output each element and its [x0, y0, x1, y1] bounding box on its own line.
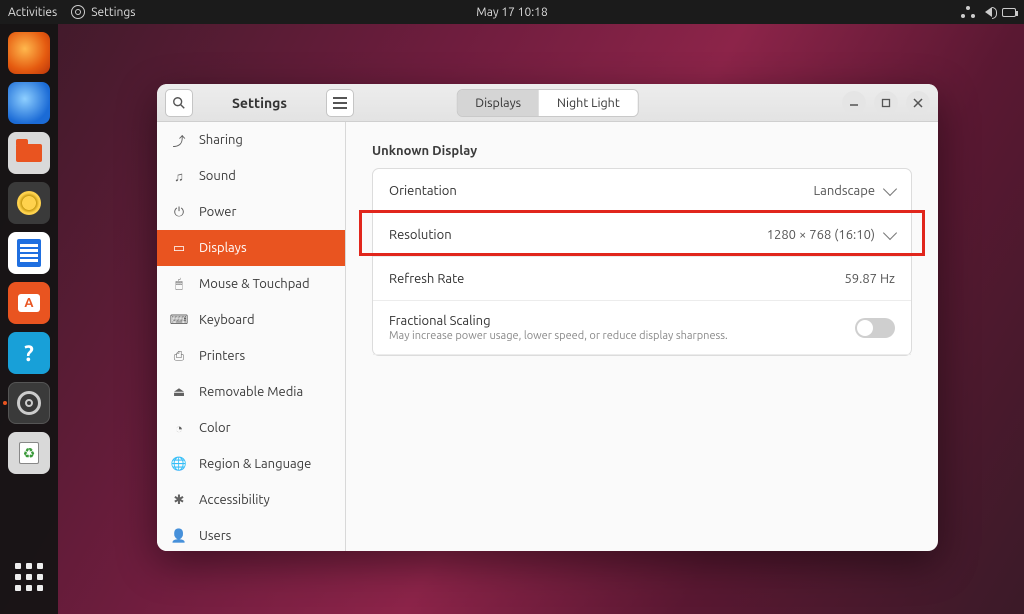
- orientation-label: Orientation: [389, 184, 457, 198]
- settings-sidebar: ⤴ Sharing ♫ Sound ⏻ Power ▭ Displays 🖱 Mouse …: [157, 122, 346, 551]
- resolution-label: Resolution: [389, 228, 452, 242]
- running-indicator-icon: [3, 401, 7, 405]
- tab-displays[interactable]: Displays: [457, 90, 539, 116]
- sidebar-item-users[interactable]: 👤 Users: [157, 518, 345, 551]
- topbar-app-label: Settings: [91, 6, 135, 19]
- dock-app-writer[interactable]: [8, 232, 50, 274]
- display-settings-card: Orientation Landscape Resolution 1280 × …: [372, 168, 912, 356]
- keyboard-icon: ⌨: [171, 312, 187, 328]
- sidebar-item-keyboard[interactable]: ⌨ Keyboard: [157, 302, 345, 338]
- search-icon: [172, 96, 186, 110]
- maximize-icon: [881, 98, 891, 108]
- color-icon: ◔: [171, 420, 187, 436]
- sidebar-item-power[interactable]: ⏻ Power: [157, 194, 345, 230]
- mouse-icon: 🖱: [171, 276, 187, 292]
- dock-app-help[interactable]: [8, 332, 50, 374]
- sidebar-item-label: Sound: [199, 169, 236, 183]
- hamburger-menu-button[interactable]: [326, 89, 354, 117]
- orientation-value: Landscape: [814, 184, 875, 198]
- sidebar-item-mouse[interactable]: 🖱 Mouse & Touchpad: [157, 266, 345, 302]
- users-icon: 👤: [171, 528, 187, 544]
- printer-icon: ⎙: [171, 348, 187, 364]
- sidebar-item-label: Color: [199, 421, 231, 435]
- tab-night-light[interactable]: Night Light: [539, 90, 638, 116]
- dock-app-thunderbird[interactable]: [8, 82, 50, 124]
- accessibility-icon: ✱: [171, 492, 187, 508]
- titlebar: Settings Displays Night Light: [157, 84, 938, 122]
- dock-app-files[interactable]: [8, 132, 50, 174]
- fractional-scaling-row: Fractional Scaling May increase power us…: [373, 301, 911, 355]
- sidebar-item-accessibility[interactable]: ✱ Accessibility: [157, 482, 345, 518]
- sidebar-item-label: Region & Language: [199, 457, 311, 471]
- window-title: Settings: [199, 95, 320, 111]
- sidebar-item-label: Removable Media: [199, 385, 303, 399]
- sidebar-item-region[interactable]: 🌐 Region & Language: [157, 446, 345, 482]
- minimize-icon: [849, 98, 859, 108]
- globe-icon: 🌐: [171, 456, 187, 472]
- window-maximize-button[interactable]: [874, 91, 898, 115]
- dock: [0, 24, 58, 614]
- dock-app-settings[interactable]: [8, 382, 50, 424]
- network-icon: [961, 6, 975, 18]
- sidebar-item-label: Accessibility: [199, 493, 270, 507]
- power-icon: ⏻: [171, 204, 187, 220]
- fractional-scaling-switch[interactable]: [855, 318, 895, 338]
- removable-icon: ⏏: [171, 384, 187, 400]
- show-applications-button[interactable]: [8, 556, 50, 598]
- window-minimize-button[interactable]: [842, 91, 866, 115]
- chevron-down-icon: [883, 181, 897, 195]
- display-tab-switcher: Displays Night Light: [456, 89, 638, 117]
- topbar-app-indicator[interactable]: Settings: [71, 5, 135, 19]
- sidebar-item-color[interactable]: ◔ Color: [157, 410, 345, 446]
- hamburger-icon: [333, 102, 347, 104]
- orientation-row[interactable]: Orientation Landscape: [373, 169, 911, 213]
- sidebar-item-displays[interactable]: ▭ Displays: [157, 230, 345, 266]
- fractional-scaling-sub: May increase power usage, lower speed, o…: [389, 330, 728, 342]
- sidebar-item-removable[interactable]: ⏏ Removable Media: [157, 374, 345, 410]
- dock-app-software[interactable]: [8, 282, 50, 324]
- search-button[interactable]: [165, 89, 193, 117]
- sidebar-item-label: Keyboard: [199, 313, 255, 327]
- dock-app-firefox[interactable]: [8, 32, 50, 74]
- refresh-rate-row: Refresh Rate 59.87 Hz: [373, 257, 911, 301]
- sidebar-item-sharing[interactable]: ⤴ Sharing: [157, 122, 345, 158]
- chevron-down-icon: [883, 225, 897, 239]
- sidebar-item-label: Users: [199, 529, 231, 543]
- settings-window: Settings Displays Night Light ⤴ Sharing ♫…: [157, 84, 938, 551]
- displays-icon: ▭: [171, 240, 187, 256]
- sidebar-item-printers[interactable]: ⎙ Printers: [157, 338, 345, 374]
- share-icon: ⤴: [171, 132, 187, 148]
- dock-app-trash[interactable]: [8, 432, 50, 474]
- sidebar-item-label: Sharing: [199, 133, 243, 147]
- sidebar-item-label: Mouse & Touchpad: [199, 277, 310, 291]
- gear-icon: [71, 5, 85, 19]
- display-name-heading: Unknown Display: [372, 144, 912, 158]
- topbar-status-area[interactable]: [961, 6, 1016, 18]
- battery-icon: [1002, 8, 1016, 17]
- topbar-clock[interactable]: May 17 10:18: [476, 6, 547, 19]
- sidebar-item-label: Displays: [199, 241, 247, 255]
- window-close-button[interactable]: [906, 91, 930, 115]
- dock-app-rhythmbox[interactable]: [8, 182, 50, 224]
- volume-icon: [985, 7, 992, 17]
- refresh-rate-label: Refresh Rate: [389, 272, 464, 286]
- fractional-scaling-label: Fractional Scaling: [389, 314, 728, 328]
- sound-icon: ♫: [171, 168, 187, 184]
- resolution-value: 1280 × 768 (16:10): [767, 228, 875, 242]
- activities-button[interactable]: Activities: [8, 6, 57, 19]
- display-settings-panel: Unknown Display Orientation Landscape Re…: [346, 122, 938, 551]
- close-icon: [913, 98, 923, 108]
- resolution-row[interactable]: Resolution 1280 × 768 (16:10): [373, 213, 911, 257]
- gnome-topbar: Activities Settings May 17 10:18: [0, 0, 1024, 24]
- sidebar-item-label: Power: [199, 205, 236, 219]
- sidebar-item-sound[interactable]: ♫ Sound: [157, 158, 345, 194]
- refresh-rate-value: 59.87 Hz: [844, 272, 895, 286]
- sidebar-item-label: Printers: [199, 349, 245, 363]
